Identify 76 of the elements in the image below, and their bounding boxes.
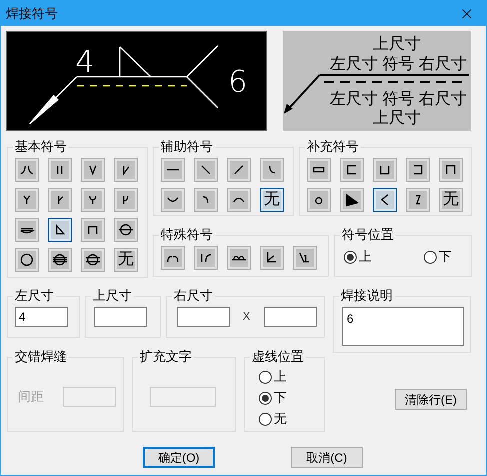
weld-symbol-icon [231, 256, 247, 260]
symbol-button[interactable] [114, 188, 138, 212]
field-label: 间距 [18, 388, 44, 406]
symbol-button[interactable] [114, 158, 138, 182]
symbol-button[interactable] [48, 158, 72, 182]
symbol-button[interactable] [307, 188, 331, 212]
symbol-button[interactable] [81, 248, 105, 272]
symbol-button[interactable] [227, 246, 251, 270]
symbol-button[interactable] [227, 188, 251, 212]
symbol-button[interactable] [340, 158, 364, 182]
symbol-button[interactable] [81, 158, 105, 182]
group-label: 补充符号 [306, 139, 360, 155]
symbol-button[interactable] [340, 188, 364, 212]
window-title: 焊接符号 [6, 4, 58, 23]
symbol-button[interactable] [293, 246, 317, 270]
dialog-button[interactable]: 确定(O) [143, 447, 215, 468]
symbol-button[interactable] [439, 158, 463, 182]
group-label: 扩充文字 [139, 349, 193, 365]
symbol-button[interactable]: 无 [114, 248, 138, 272]
symbol-button[interactable]: 无 [260, 188, 284, 212]
group-label: 辅助符号 [160, 139, 214, 155]
group-label: 交错焊缝 [14, 349, 68, 365]
symbol-button[interactable] [161, 158, 185, 182]
group-label: 基本符号 [14, 139, 68, 155]
symbol-button[interactable] [48, 188, 72, 212]
radio-button[interactable]: 下 [259, 390, 324, 406]
text-field[interactable] [177, 307, 230, 327]
note-field[interactable]: 6 [342, 307, 464, 346]
group-label: 虚线位置 [251, 349, 305, 365]
symbol-button[interactable] [406, 188, 430, 212]
weld-symbol-icon [19, 252, 35, 268]
group-label: 焊接说明 [340, 288, 394, 304]
symbol-button[interactable] [81, 188, 105, 212]
text-field[interactable] [264, 307, 318, 327]
legend-text: 左尺寸 符号 右尺寸 [330, 56, 467, 73]
separator-text: X [243, 310, 250, 325]
radio-button[interactable]: 无 [259, 411, 324, 427]
group-label: 上尺寸 [92, 288, 133, 304]
radio-button[interactable]: 上 [344, 249, 372, 265]
weld-symbol-icon [52, 252, 68, 268]
text-field[interactable] [94, 307, 147, 327]
weld-symbol-icon [344, 192, 360, 208]
radio-button[interactable]: 上 [259, 369, 324, 385]
group-label: 右尺寸 [173, 288, 214, 304]
legend-text: 上尺寸 [373, 110, 421, 127]
note-text: 6 [228, 65, 248, 100]
symbol-button[interactable] [161, 246, 185, 270]
group-label: 特殊符号 [160, 227, 214, 243]
symbol-button[interactable] [161, 188, 185, 212]
symbol-button[interactable] [307, 158, 331, 182]
symbol-button[interactable] [406, 158, 430, 182]
symbol-button[interactable] [15, 248, 39, 272]
symbol-button[interactable] [48, 248, 72, 272]
dialog-button[interactable]: 取消(C) [291, 447, 363, 468]
symbol-button[interactable] [15, 188, 39, 212]
symbol-button[interactable] [194, 246, 218, 270]
symbol-button[interactable] [15, 158, 39, 182]
weld-symbol-icon [85, 252, 101, 268]
symbol-button[interactable] [15, 218, 39, 242]
legend-text: 左尺寸 符号 右尺寸 [330, 91, 467, 108]
weld-symbol-icon [233, 198, 245, 202]
size-text: 4 [75, 45, 95, 80]
text-field[interactable]: 4 [15, 307, 68, 327]
group-label: 左尺寸 [14, 288, 55, 304]
symbol-button[interactable] [373, 188, 397, 212]
symbol-button[interactable] [260, 246, 284, 270]
symbol-button[interactable] [81, 218, 105, 242]
symbol-button[interactable] [114, 218, 138, 242]
legend-text: 上尺寸 [373, 36, 421, 53]
clear-row-button[interactable]: 清除行(E) [395, 389, 467, 410]
symbol-button[interactable] [48, 218, 72, 242]
weld-symbol-icon [118, 222, 134, 238]
symbol-button[interactable]: 无 [439, 188, 463, 212]
symbol-button[interactable] [373, 158, 397, 182]
radio-button[interactable]: 下 [424, 249, 452, 265]
group-label: 符号位置 [341, 227, 395, 243]
